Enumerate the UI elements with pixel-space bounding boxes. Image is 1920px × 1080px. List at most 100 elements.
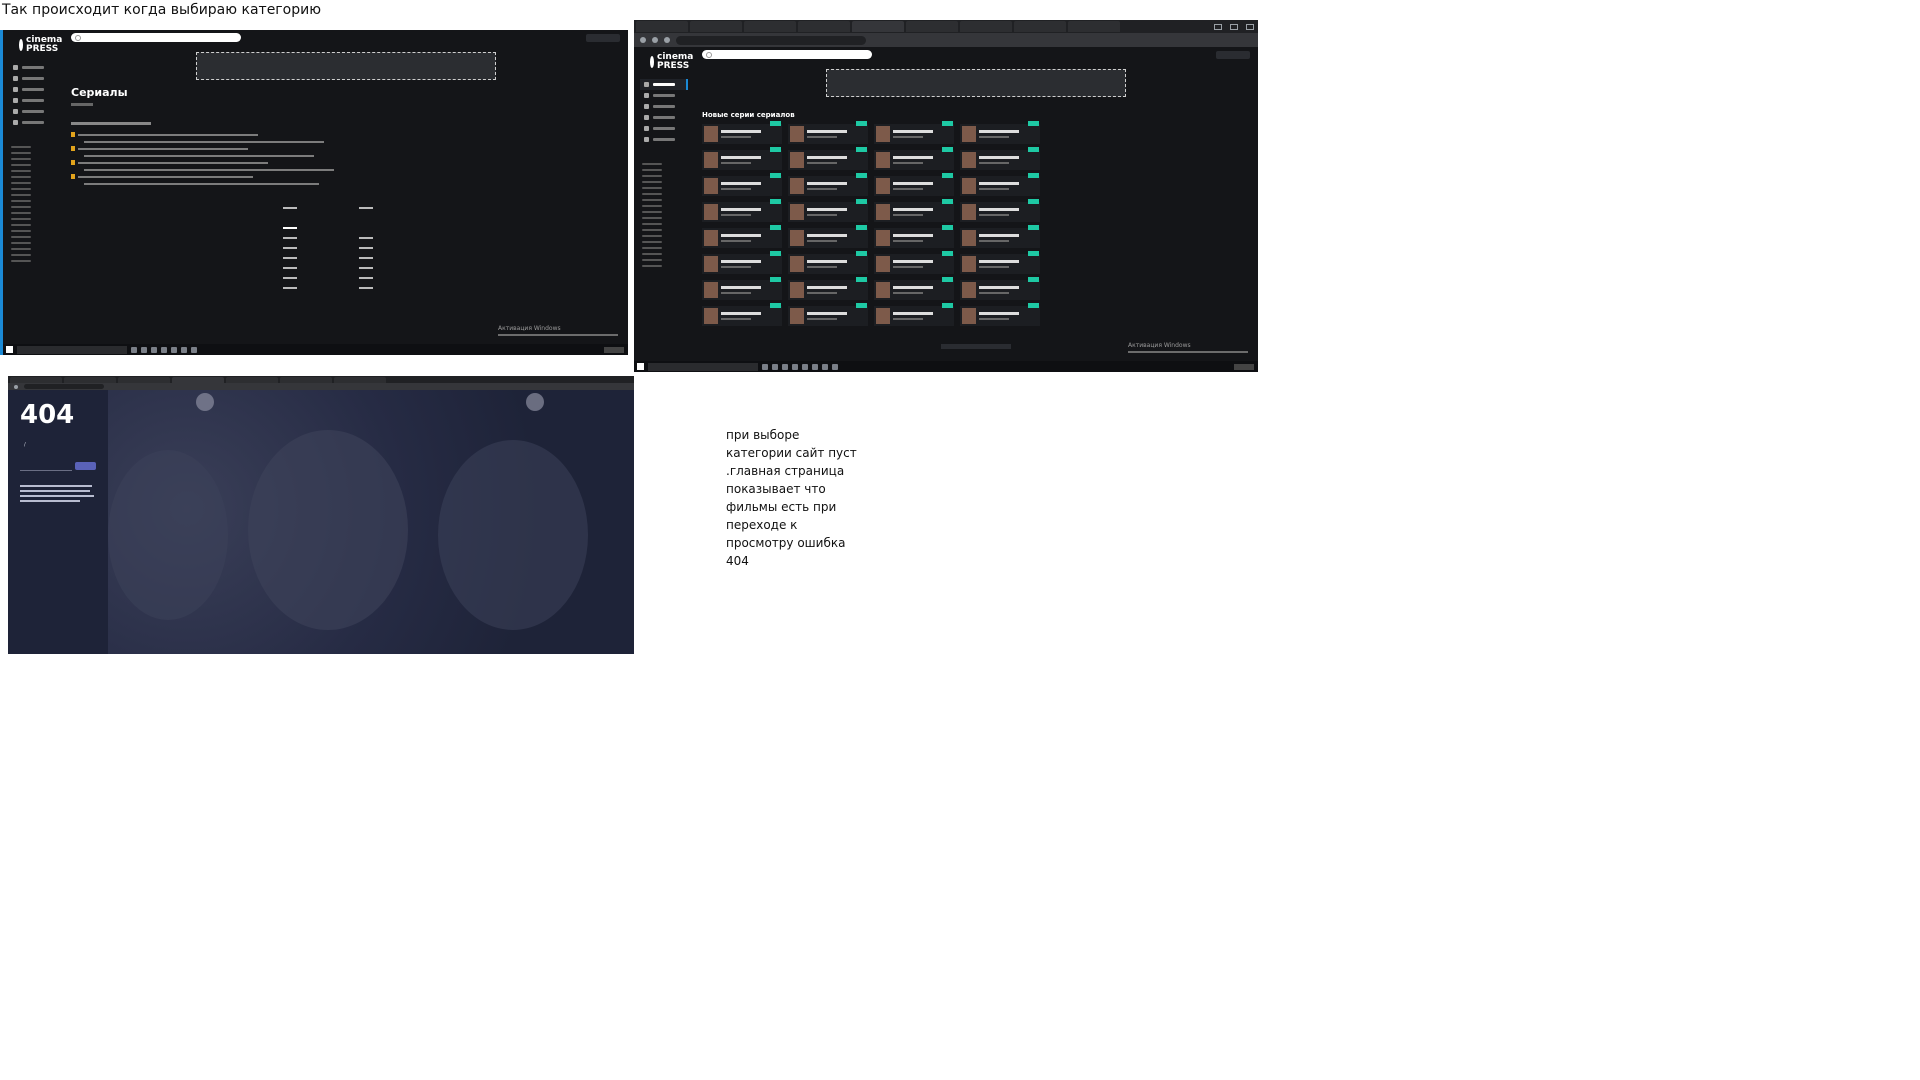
series-card[interactable] [874, 225, 954, 248]
url-field[interactable] [24, 384, 104, 389]
series-card[interactable] [788, 251, 868, 274]
mail-icon[interactable] [802, 363, 808, 370]
series-card[interactable] [874, 303, 954, 326]
menu-item-home[interactable] [640, 79, 688, 90]
windows-start-icon[interactable] [6, 346, 13, 353]
genre-link[interactable] [11, 254, 31, 256]
genre-link[interactable] [11, 242, 31, 244]
menu-item[interactable] [640, 112, 688, 123]
series-card[interactable] [874, 277, 954, 300]
genre-link[interactable] [642, 235, 662, 237]
genre-link[interactable] [642, 217, 662, 219]
genre-link[interactable] [642, 193, 662, 195]
series-card[interactable] [874, 173, 954, 196]
series-card[interactable] [960, 225, 1040, 248]
series-card[interactable] [960, 277, 1040, 300]
series-card[interactable] [702, 199, 782, 222]
back-icon[interactable] [14, 384, 18, 389]
genre-link[interactable] [11, 188, 31, 190]
genre-link[interactable] [11, 170, 31, 172]
browser-tab[interactable] [226, 376, 278, 383]
browser-tab[interactable] [690, 21, 742, 32]
series-card[interactable] [874, 251, 954, 274]
genre-link[interactable] [642, 265, 662, 267]
series-card[interactable] [702, 121, 782, 144]
app-icon[interactable] [812, 363, 818, 370]
reload-icon[interactable] [664, 37, 670, 43]
task-view-icon[interactable] [131, 346, 137, 353]
genre-link[interactable] [642, 223, 662, 225]
faq-question[interactable] [71, 159, 620, 166]
site-logo[interactable]: cinema PRESS [650, 53, 693, 71]
app-icon[interactable] [822, 363, 828, 370]
genre-link[interactable] [11, 248, 31, 250]
browser-tab[interactable] [906, 21, 958, 32]
genre-link[interactable] [11, 194, 31, 196]
maximize-icon[interactable] [1230, 23, 1238, 30]
series-card[interactable] [702, 147, 782, 170]
genre-link[interactable] [11, 200, 31, 202]
series-card[interactable] [788, 277, 868, 300]
app-icon[interactable] [832, 363, 838, 370]
menu-item[interactable] [640, 123, 688, 134]
load-more-button[interactable] [702, 334, 1250, 349]
taskbar-search-input[interactable] [17, 345, 127, 354]
browser-tab[interactable] [118, 376, 170, 383]
series-card[interactable] [702, 277, 782, 300]
series-card[interactable] [960, 121, 1040, 144]
series-card[interactable] [960, 199, 1040, 222]
faq-question[interactable] [71, 145, 620, 152]
menu-item[interactable] [640, 134, 688, 145]
series-card[interactable] [788, 121, 868, 144]
folder-icon[interactable] [151, 346, 157, 353]
series-card[interactable] [702, 225, 782, 248]
genre-link[interactable] [11, 176, 31, 178]
browser-tab[interactable] [334, 376, 386, 383]
genre-link[interactable] [11, 260, 31, 262]
genre-link[interactable] [642, 253, 662, 255]
browser-tab[interactable] [798, 21, 850, 32]
genre-link[interactable] [642, 259, 662, 261]
genre-link[interactable] [11, 164, 31, 166]
menu-item[interactable] [9, 106, 57, 117]
menu-item[interactable] [640, 101, 688, 112]
browser-tab-active[interactable] [172, 376, 224, 383]
series-card[interactable] [788, 199, 868, 222]
genre-link[interactable] [642, 247, 662, 249]
app-icon[interactable] [181, 346, 187, 353]
genre-link[interactable] [11, 212, 31, 214]
search-input[interactable] [20, 462, 73, 471]
windows-start-icon[interactable] [637, 363, 644, 370]
menu-item[interactable] [9, 84, 57, 95]
series-card[interactable] [874, 147, 954, 170]
genre-link[interactable] [642, 211, 662, 213]
genre-link[interactable] [642, 163, 662, 165]
genre-link[interactable] [11, 182, 31, 184]
genre-link[interactable] [11, 152, 31, 154]
genre-link[interactable] [11, 236, 31, 238]
browser-tab[interactable] [1068, 21, 1120, 32]
genre-link[interactable] [11, 206, 31, 208]
browser-tab[interactable] [280, 376, 332, 383]
app-icon[interactable] [191, 346, 197, 353]
folder-icon[interactable] [782, 363, 788, 370]
mail-icon[interactable] [171, 346, 177, 353]
menu-item[interactable] [9, 95, 57, 106]
genre-link[interactable] [11, 146, 31, 148]
search-input[interactable] [702, 50, 872, 59]
genre-link[interactable] [642, 205, 662, 207]
genre-link[interactable] [642, 175, 662, 177]
series-card[interactable] [874, 199, 954, 222]
site-logo[interactable]: cinema PRESS [19, 36, 62, 54]
breadcrumb[interactable] [71, 103, 93, 106]
genre-link[interactable] [11, 218, 31, 220]
series-card[interactable] [702, 251, 782, 274]
genre-link[interactable] [642, 229, 662, 231]
search-button[interactable] [75, 462, 96, 470]
series-card[interactable] [960, 173, 1040, 196]
menu-item[interactable] [9, 62, 57, 73]
menu-item[interactable] [9, 73, 57, 84]
genre-link[interactable] [642, 199, 662, 201]
task-view-icon[interactable] [762, 363, 768, 370]
browser-tab[interactable] [960, 21, 1012, 32]
